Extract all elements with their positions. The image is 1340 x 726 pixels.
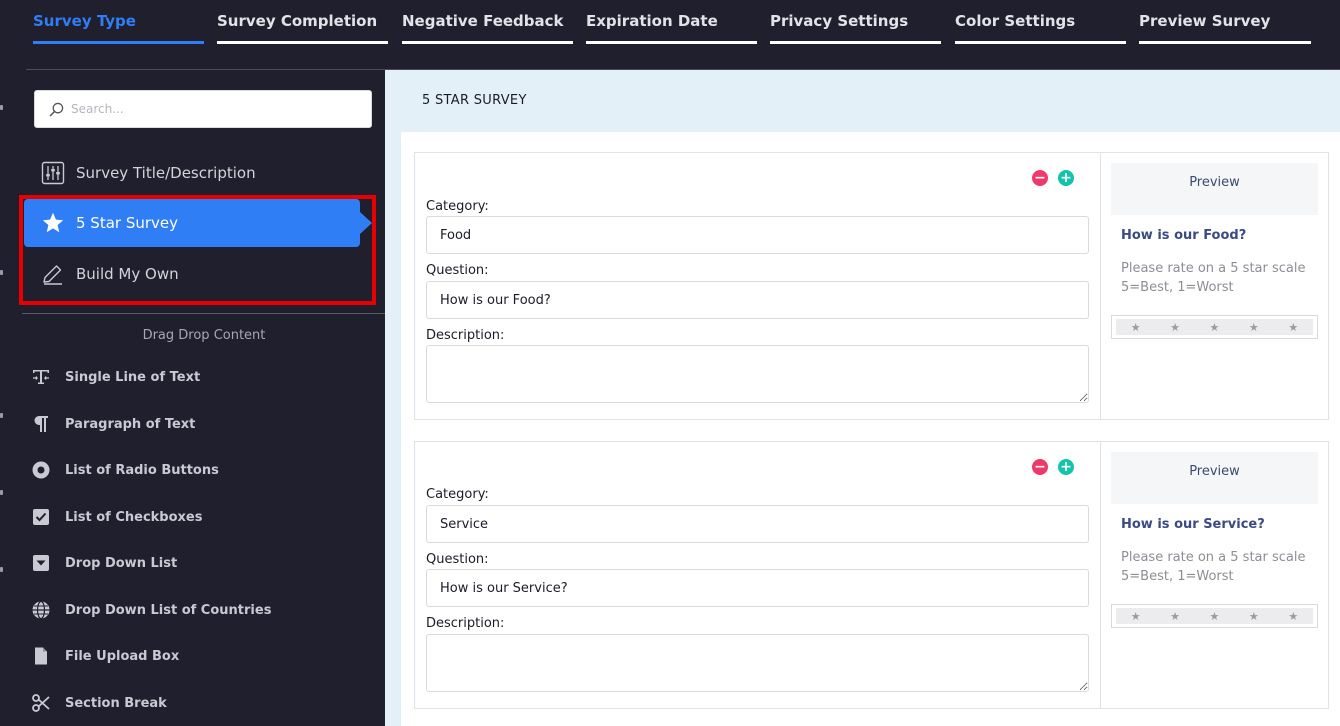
globe-icon — [30, 599, 52, 621]
star-icon[interactable]: ★ — [1170, 610, 1180, 623]
scissors-icon — [30, 692, 52, 714]
preview-description: Please rate on a 5 star scale 5=Best, 1=… — [1121, 261, 1306, 295]
star-icon[interactable]: ★ — [1288, 610, 1298, 623]
star-icon[interactable]: ★ — [1288, 321, 1298, 334]
search-icon — [49, 102, 64, 117]
drag-item-label: Drop Down List of Countries — [65, 602, 272, 618]
drag-countries-list[interactable]: Drop Down List of Countries — [30, 596, 271, 624]
survey-type-title-description[interactable]: Survey Title/Description — [24, 149, 360, 197]
star-icon[interactable]: ★ — [1210, 610, 1220, 623]
category-label: Category: — [426, 487, 489, 502]
question-input[interactable] — [426, 281, 1089, 319]
radio-icon — [30, 459, 52, 481]
add-question-button[interactable]: + — [1058, 459, 1074, 475]
rail-marker — [0, 105, 3, 110]
star-icon[interactable]: ★ — [1131, 321, 1141, 334]
drag-checkboxes[interactable]: List of Checkboxes — [30, 503, 202, 531]
star-icon[interactable]: ★ — [1170, 321, 1180, 334]
question-preview: Preview How is our Food? Please rate on … — [1101, 153, 1330, 419]
survey-type-build-my-own[interactable]: Build My Own — [24, 250, 360, 298]
survey-type-label: 5 Star Survey — [76, 214, 179, 232]
page-title: 5 STAR SURVEY — [422, 93, 527, 108]
drag-section-break[interactable]: Section Break — [30, 689, 167, 717]
tab-negative-feedback[interactable]: Negative Feedback — [402, 0, 573, 44]
question-label: Question: — [426, 263, 489, 278]
drag-paragraph-text[interactable]: Paragraph of Text — [30, 410, 195, 438]
drag-radio-buttons[interactable]: List of Radio Buttons — [30, 456, 219, 484]
main-header: 5 STAR SURVEY — [385, 70, 1340, 132]
drag-item-label: Drop Down List — [65, 555, 178, 571]
drag-file-upload[interactable]: File Upload Box — [30, 642, 179, 670]
survey-type-label: Survey Title/Description — [76, 164, 256, 182]
survey-type-label: Build My Own — [76, 265, 179, 283]
tab-expiration-date[interactable]: Expiration Date — [586, 0, 757, 44]
pencil-icon — [40, 261, 66, 287]
drag-item-label: List of Radio Buttons — [65, 462, 219, 478]
description-input[interactable] — [426, 345, 1089, 403]
drag-item-label: Section Break — [65, 695, 167, 711]
sidebar: Survey Title/Description 5 Star Survey B… — [14, 70, 385, 726]
description-input[interactable] — [426, 634, 1089, 692]
question-label: Question: — [426, 552, 489, 567]
preview-description: Please rate on a 5 star scale 5=Best, 1=… — [1121, 550, 1306, 584]
rail-marker — [0, 270, 3, 275]
tab-color-settings[interactable]: Color Settings — [955, 0, 1126, 44]
preview-header: Preview — [1111, 452, 1318, 504]
question-card: − + Category: Question: Description: Pre… — [414, 441, 1329, 709]
star-icon — [40, 210, 66, 236]
rail-marker — [0, 490, 3, 495]
drag-single-line-text[interactable]: Single Line of Text — [30, 363, 200, 391]
drag-item-label: List of Checkboxes — [65, 509, 203, 525]
drag-drop-heading: Drag Drop Content — [142, 328, 266, 343]
sliders-icon — [40, 160, 66, 186]
star-rating: ★ ★ ★ ★ ★ — [1111, 315, 1318, 339]
rail-marker — [0, 413, 3, 418]
dropdown-icon — [30, 552, 52, 574]
preview-header: Preview — [1111, 163, 1318, 215]
question-input[interactable] — [426, 569, 1089, 607]
description-label: Description: — [426, 328, 505, 343]
main-left-strip — [385, 132, 401, 726]
question-preview: Preview How is our Service? Please rate … — [1101, 442, 1330, 708]
remove-question-button[interactable]: − — [1032, 459, 1048, 475]
description-label: Description: — [426, 616, 505, 631]
drag-item-label: File Upload Box — [65, 648, 180, 664]
left-rail — [0, 70, 14, 726]
tab-privacy-settings[interactable]: Privacy Settings — [770, 0, 941, 44]
question-editor: − + Category: Question: Description: — [415, 153, 1101, 419]
preview-question: How is our Service? — [1121, 517, 1265, 532]
checkbox-icon — [30, 506, 52, 528]
category-label: Category: — [426, 199, 489, 214]
paragraph-icon — [30, 413, 52, 435]
text-field-icon — [30, 366, 52, 388]
star-icon[interactable]: ★ — [1131, 610, 1141, 623]
category-input[interactable] — [426, 216, 1089, 254]
file-icon — [30, 645, 52, 667]
add-question-button[interactable]: + — [1058, 170, 1074, 186]
drag-dropdown-list[interactable]: Drop Down List — [30, 549, 177, 577]
survey-type-5-star[interactable]: 5 Star Survey — [24, 199, 372, 247]
search-input[interactable] — [71, 91, 361, 127]
star-icon[interactable]: ★ — [1249, 321, 1259, 334]
category-input[interactable] — [426, 505, 1089, 543]
star-icon[interactable]: ★ — [1210, 321, 1220, 334]
preview-question: How is our Food? — [1121, 228, 1247, 243]
drag-item-label: Paragraph of Text — [65, 416, 196, 432]
tab-survey-completion[interactable]: Survey Completion — [217, 0, 388, 44]
main-panel: 5 STAR SURVEY − + Category: Question: De… — [385, 70, 1340, 726]
star-rating: ★ ★ ★ ★ ★ — [1111, 604, 1318, 628]
question-card: − + Category: Question: Description: Pre… — [414, 152, 1329, 420]
tab-preview-survey[interactable]: Preview Survey — [1139, 0, 1311, 44]
rail-marker — [0, 567, 3, 572]
drag-item-label: Single Line of Text — [65, 369, 201, 385]
sidebar-divider — [22, 313, 385, 314]
tab-survey-type[interactable]: Survey Type — [33, 0, 204, 44]
question-editor: − + Category: Question: Description: — [415, 442, 1101, 708]
search-box[interactable] — [34, 90, 372, 128]
remove-question-button[interactable]: − — [1032, 170, 1048, 186]
star-icon[interactable]: ★ — [1249, 610, 1259, 623]
survey-tabs: Survey Type Survey Completion Negative F… — [0, 0, 1340, 70]
